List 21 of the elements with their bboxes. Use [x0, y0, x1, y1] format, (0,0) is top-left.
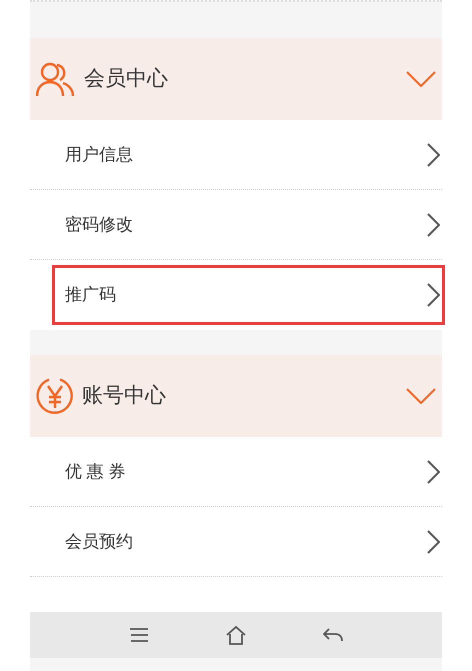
section-header[interactable]: 账号中心 — [30, 355, 442, 437]
yen-icon — [36, 377, 74, 415]
section-title: 账号中心 — [82, 383, 167, 410]
menu-item[interactable]: 推广码 — [55, 268, 442, 322]
section-title: 会员中心 — [84, 66, 169, 92]
menu-icon[interactable] — [128, 628, 149, 642]
chevron-right-icon — [427, 142, 440, 166]
chevron-down-icon — [406, 388, 436, 404]
chevron-right-icon — [427, 283, 440, 307]
chevron-down-icon — [406, 71, 436, 87]
menu-item[interactable]: 会员预约 — [55, 514, 442, 568]
chevron-right-icon — [427, 460, 440, 484]
menu-item[interactable]: 用户信息 — [55, 128, 442, 182]
menu-item[interactable]: 优 惠 券 — [55, 444, 442, 498]
section-header[interactable]: 会员中心 — [30, 38, 442, 120]
home-icon[interactable] — [226, 625, 246, 645]
menu-item[interactable]: 密码修改 — [55, 198, 442, 252]
back-icon[interactable] — [323, 628, 344, 642]
chevron-right-icon — [427, 212, 440, 236]
chevron-right-icon — [427, 530, 440, 554]
people-icon — [36, 61, 76, 97]
